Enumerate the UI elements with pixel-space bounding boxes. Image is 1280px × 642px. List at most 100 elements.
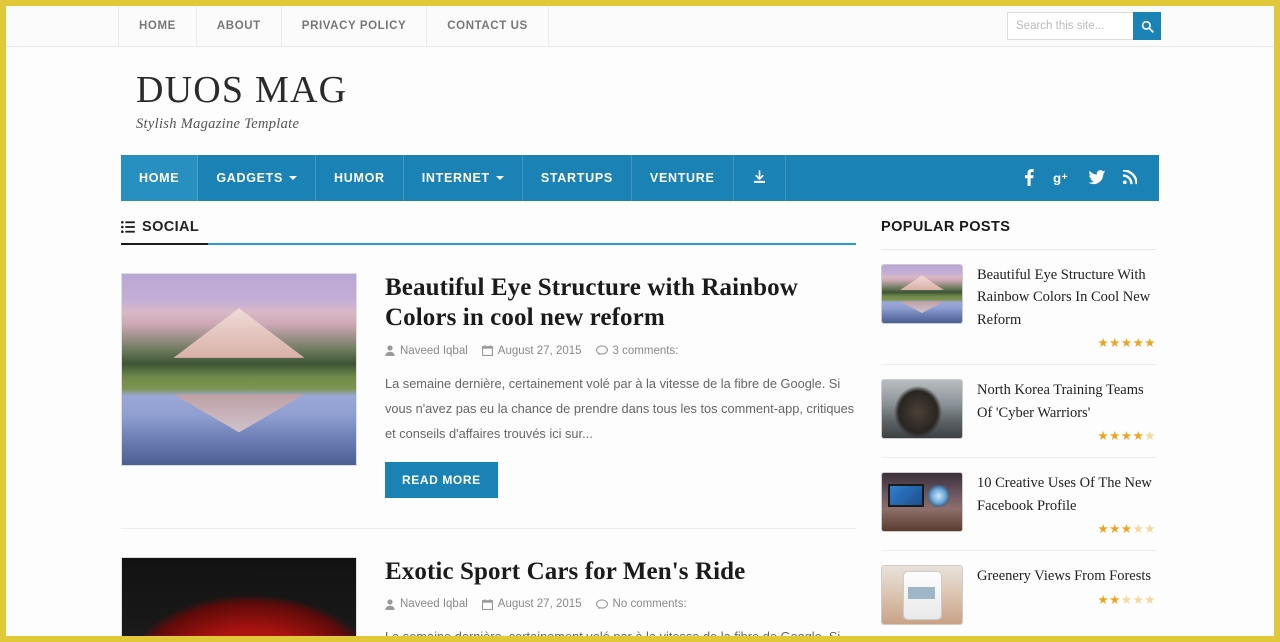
list-icon	[121, 220, 135, 233]
comment-icon	[595, 345, 608, 356]
search-icon	[1141, 20, 1154, 33]
red-sports-car-image	[122, 557, 356, 636]
popular-post-title[interactable]: Beautiful Eye Structure With Rainbow Col…	[977, 264, 1156, 331]
search-button[interactable]	[1133, 12, 1161, 40]
svg-text:g: g	[1053, 171, 1061, 186]
topnav-item-home[interactable]: HOME	[118, 6, 197, 46]
nav-item-internet-label: INTERNET	[421, 170, 490, 185]
top-bar: HOME ABOUT PRIVACY POLICY CONTACT US	[6, 6, 1274, 47]
rss-icon[interactable]	[1122, 170, 1137, 185]
post-author-name: Naveed Iqbal	[400, 598, 468, 611]
post-title[interactable]: Exotic Sport Cars for Men's Ride	[385, 557, 856, 588]
site-logo[interactable]: DUOS MAG	[136, 70, 1274, 111]
popular-post-body: 10 Creative Uses Of The New Facebook Pro…	[963, 472, 1156, 536]
hand-holding-phone-image	[882, 566, 962, 625]
mountain-lake-image	[122, 273, 356, 465]
branding-area: DUOS MAG Stylish Magazine Template	[6, 47, 1274, 155]
nav-item-humor[interactable]: HUMOR	[316, 154, 404, 201]
chevron-down-icon	[289, 175, 298, 180]
popular-post-thumbnail[interactable]	[881, 472, 963, 533]
popular-post-item: 10 Creative Uses Of The New Facebook Pro…	[881, 458, 1156, 552]
post-author-name: Naveed Iqbal	[400, 344, 468, 357]
post-item: www.heritagechristiancollege.com Exotic …	[121, 527, 856, 636]
topnav-item-about[interactable]: ABOUT	[195, 6, 282, 46]
rating-stars: ★★★★★	[1097, 522, 1156, 537]
popular-post-body: Greenery Views From Forests ★★★★★	[963, 565, 1156, 606]
popular-post-thumbnail[interactable]	[881, 379, 963, 440]
post-excerpt: La semaine dernière, certainement volé p…	[385, 625, 856, 636]
post-meta: Naveed Iqbal August 27, 2015	[385, 598, 856, 610]
user-icon	[385, 345, 395, 357]
user-icon	[385, 599, 395, 610]
popular-post-thumbnail[interactable]	[881, 565, 963, 626]
nav-item-home[interactable]: HOME	[121, 154, 199, 201]
nav-item-startups-label: STARTUPS	[540, 170, 613, 185]
search-input[interactable]	[1007, 12, 1133, 40]
topnav-item-contact-us[interactable]: CONTACT US	[426, 6, 549, 46]
nav-social-icons: g +	[1021, 155, 1159, 201]
nav-item-venture[interactable]: VENTURE	[632, 154, 734, 201]
popular-post-body: Beautiful Eye Structure With Rainbow Col…	[963, 264, 1156, 350]
topnav-item-privacy-policy[interactable]: PRIVACY POLICY	[280, 6, 428, 46]
post-body: Exotic Sport Cars for Men's Ride Naveed …	[357, 557, 856, 636]
search-box	[1007, 12, 1161, 40]
calendar-icon	[481, 345, 493, 357]
comment-icon	[595, 599, 608, 610]
post-comments-count: No comments:	[612, 598, 687, 611]
section-title: SOCIAL	[121, 219, 208, 245]
twitter-icon[interactable]	[1088, 170, 1106, 185]
top-navigation: HOME ABOUT PRIVACY POLICY CONTACT US	[118, 6, 549, 46]
site-tagline: Stylish Magazine Template	[136, 115, 300, 132]
chevron-down-icon	[495, 175, 504, 180]
soldier-portrait-image	[882, 380, 962, 439]
post-comments-count: 3 comments:	[612, 344, 679, 357]
post-author: Naveed Iqbal	[385, 598, 468, 610]
nav-item-startups[interactable]: STARTUPS	[523, 154, 632, 201]
mountain-lake-image	[882, 264, 962, 323]
post-date-value: August 27, 2015	[497, 344, 582, 357]
post-date: August 27, 2015	[481, 598, 582, 611]
post-meta: Naveed Iqbal August 27, 2015	[385, 345, 856, 357]
download-icon	[753, 170, 765, 184]
post-thumbnail[interactable]: www.heritagechristiancollege.com	[121, 556, 357, 636]
nav-item-gadgets[interactable]: GADGETS	[198, 154, 317, 201]
popular-post-item: Greenery Views From Forests ★★★★★	[881, 551, 1156, 636]
popular-post-title[interactable]: Greenery Views From Forests	[977, 565, 1156, 587]
main-column: SOCIAL Beautiful Eye Structure with Rain…	[121, 219, 856, 636]
facebook-icon[interactable]	[1021, 169, 1037, 187]
read-more-button[interactable]: READ MORE	[385, 461, 498, 498]
nav-item-venture-label: VENTURE	[649, 170, 715, 185]
rating-stars: ★★★★★	[1097, 336, 1156, 351]
rating-stars: ★★★★★	[1097, 429, 1156, 444]
modern-living-room-image	[882, 473, 962, 532]
popular-post-title[interactable]: 10 Creative Uses Of The New Facebook Pro…	[977, 472, 1156, 517]
post-comments: No comments:	[595, 598, 687, 611]
section-divider	[208, 242, 856, 245]
nav-item-humor-label: HUMOR	[334, 170, 385, 185]
post-title[interactable]: Beautiful Eye Structure with Rainbow Col…	[385, 273, 856, 334]
google-plus-icon[interactable]: g +	[1053, 170, 1072, 186]
popular-post-item: North Korea Training Teams Of 'Cyber War…	[881, 365, 1156, 459]
post-thumbnail[interactable]	[121, 272, 357, 466]
popular-post-item: Beautiful Eye Structure With Rainbow Col…	[881, 250, 1156, 366]
post-body: Beautiful Eye Structure with Rainbow Col…	[357, 273, 856, 498]
main-navigation: HOME GADGETS HUMOR INTERNET STARTUPS VEN…	[121, 154, 1159, 201]
post-date-value: August 27, 2015	[497, 598, 582, 611]
rating-stars: ★★★★★	[1097, 592, 1156, 607]
post-excerpt: La semaine dernière, certainement volé p…	[385, 375, 855, 441]
calendar-icon	[481, 599, 493, 610]
post-date: August 27, 2015	[481, 344, 582, 357]
popular-posts-title: POPULAR POSTS	[881, 219, 1156, 250]
popular-post-thumbnail[interactable]	[881, 263, 963, 324]
content-area: SOCIAL Beautiful Eye Structure with Rain…	[121, 201, 1159, 636]
nav-item-download[interactable]	[734, 154, 786, 201]
section-header: SOCIAL	[121, 219, 856, 245]
nav-item-internet[interactable]: INTERNET	[404, 154, 523, 201]
page-frame: HOME ABOUT PRIVACY POLICY CONTACT US DUO…	[6, 6, 1274, 636]
sidebar: POPULAR POSTS Beautiful Eye Structure Wi…	[881, 219, 1156, 636]
post-comments: 3 comments:	[595, 344, 679, 357]
nav-item-home-label: HOME	[139, 170, 180, 185]
popular-post-title[interactable]: North Korea Training Teams Of 'Cyber War…	[977, 379, 1156, 424]
popular-post-body: North Korea Training Teams Of 'Cyber War…	[963, 379, 1156, 443]
svg-text:+: +	[1062, 172, 1068, 183]
